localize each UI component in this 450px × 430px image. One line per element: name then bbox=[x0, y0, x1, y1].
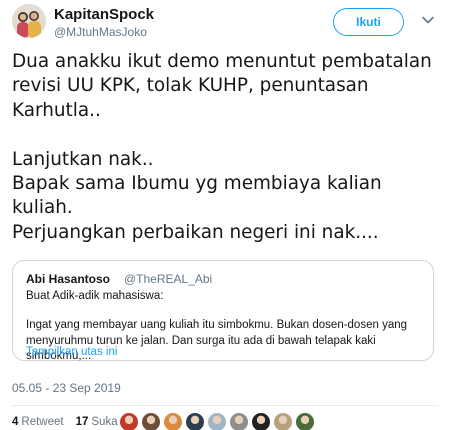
liker-avatar[interactable] bbox=[119, 412, 139, 430]
author-handle[interactable]: @MJtuhMasJoko bbox=[54, 25, 147, 39]
liker-avatar[interactable] bbox=[251, 412, 271, 430]
avatar-photo-icon bbox=[12, 4, 46, 38]
tweet-text: Dua anakku ikut demo menuntut pembatalan… bbox=[12, 51, 432, 243]
retweets-count: 4 bbox=[12, 416, 19, 428]
divider bbox=[12, 405, 438, 406]
tweet-timestamp[interactable]: 05.05 - 23 Sep 2019 bbox=[12, 381, 121, 395]
liker-avatar[interactable] bbox=[273, 412, 293, 430]
tweet-stats: 4 Retweet 17 Suka bbox=[12, 416, 130, 428]
author-name[interactable]: KapitanSpock bbox=[54, 6, 154, 23]
liker-avatar[interactable] bbox=[185, 412, 205, 430]
liker-avatar[interactable] bbox=[295, 412, 315, 430]
author-avatar[interactable] bbox=[12, 4, 46, 38]
liker-avatar[interactable] bbox=[207, 412, 227, 430]
quoted-author-name: Abi Hasantoso bbox=[26, 272, 111, 286]
liker-avatar[interactable] bbox=[229, 412, 249, 430]
show-thread-link[interactable]: Tampilkan utas ini bbox=[26, 346, 117, 358]
likes-label: Suka bbox=[91, 416, 118, 428]
chevron-down-icon[interactable] bbox=[420, 12, 436, 28]
liker-avatar[interactable] bbox=[163, 412, 183, 430]
retweets-label: Retweet bbox=[21, 416, 64, 428]
follow-button[interactable]: Ikuti bbox=[333, 8, 404, 36]
quoted-author-handle: @TheREAL_Abi bbox=[124, 272, 213, 286]
quoted-tweet[interactable]: Abi Hasantoso @TheREAL_Abi Buat Adik-adi… bbox=[12, 260, 434, 362]
likers-avatars bbox=[119, 412, 317, 430]
liker-avatar[interactable] bbox=[141, 412, 161, 430]
tweet-card: KapitanSpock @MJtuhMasJoko Ikuti Dua ana… bbox=[0, 0, 450, 430]
likes-count: 17 bbox=[75, 416, 89, 428]
quoted-first-line: Buat Adik-adik mahasiswa: bbox=[26, 290, 164, 302]
retweets-stat[interactable]: 4 Retweet bbox=[12, 416, 76, 428]
